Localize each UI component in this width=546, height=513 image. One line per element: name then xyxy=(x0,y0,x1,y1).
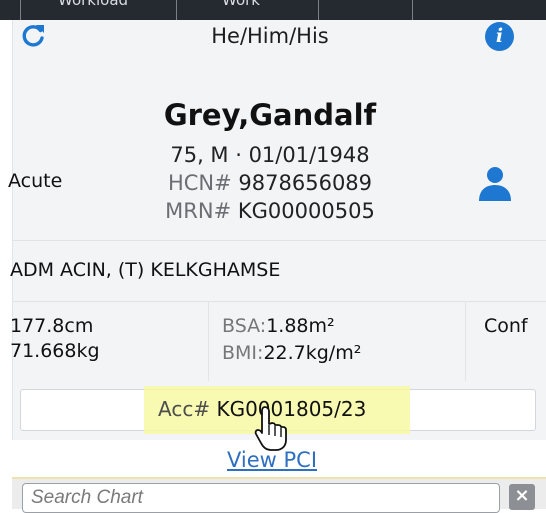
person-icon[interactable] xyxy=(475,163,515,203)
mrn-label: MRN# xyxy=(165,199,232,223)
bsa-label: BSA: xyxy=(222,315,267,337)
patient-mrn: MRN# KG00000505 xyxy=(100,199,440,223)
panel-border xyxy=(12,20,13,440)
bmi-label: BMI: xyxy=(222,342,264,364)
tab-separator xyxy=(318,0,319,20)
acuity-label: Acute xyxy=(8,170,63,192)
tab-workload[interactable]: Workload xyxy=(58,0,128,9)
hcn-value: 9878656089 xyxy=(238,171,373,195)
patient-hcn: HCN# 9878656089 xyxy=(100,171,440,195)
bsa-value: 1.88m² xyxy=(266,315,335,337)
divider xyxy=(208,301,209,381)
tab-separator xyxy=(412,0,413,20)
tab-work[interactable]: Work xyxy=(222,0,260,9)
hcn-label: HCN# xyxy=(167,171,232,195)
patient-banner xyxy=(12,20,546,440)
patient-pronouns: He/Him/His xyxy=(211,24,329,48)
patient-height: 177.8cm xyxy=(10,315,94,337)
patient-bsa: BSA:1.88m² xyxy=(222,315,335,337)
patient-name: Grey,Gandalf xyxy=(163,98,377,132)
hand-cursor-icon xyxy=(254,406,287,451)
info-icon[interactable]: i xyxy=(485,22,514,51)
admission-info: ADM ACIN, (T) KELKGHAMSE xyxy=(10,259,281,281)
clear-search-button[interactable]: × xyxy=(509,484,535,510)
patient-bmi: BMI:22.7kg/m² xyxy=(222,342,361,364)
bmi-value: 22.7kg/m² xyxy=(263,342,362,364)
confidentiality-label: Conf xyxy=(484,315,528,337)
top-nav-bar: Workload Work xyxy=(0,0,546,20)
tab-separator xyxy=(20,0,21,20)
refresh-icon[interactable] xyxy=(18,21,48,51)
divider xyxy=(12,240,546,241)
patient-age-sex-dob: 75, M · 01/01/1948 xyxy=(170,143,370,167)
tab-separator xyxy=(176,0,177,20)
divider xyxy=(465,301,466,381)
acc-label: Acc# xyxy=(158,397,211,421)
mrn-value: KG00000505 xyxy=(237,199,375,223)
patient-weight: 71.668kg xyxy=(10,340,100,362)
search-chart-input[interactable] xyxy=(22,483,500,513)
